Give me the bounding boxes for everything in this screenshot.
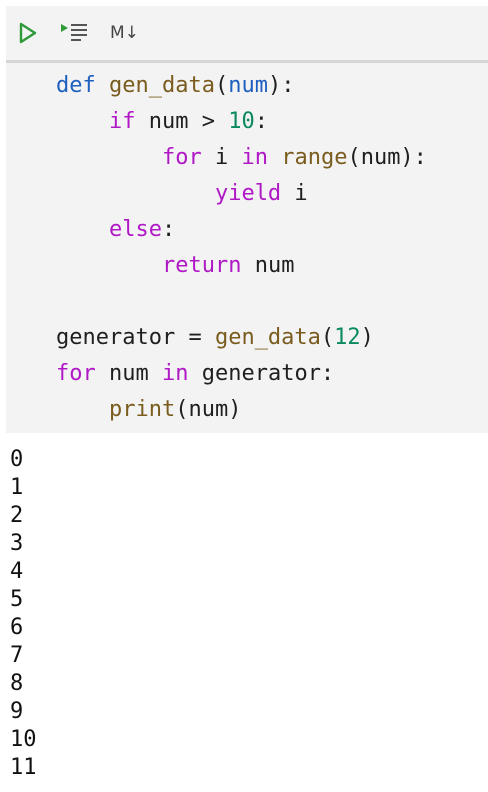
code-line: for num in generator: [6, 356, 488, 392]
play-triangle-icon [19, 22, 37, 44]
code-line: else: [6, 212, 488, 248]
output-line: 7 [10, 643, 24, 668]
output-line: 2 [10, 503, 24, 528]
code-token: yield [214, 181, 282, 206]
code-line: generator = gen_data(12) [6, 320, 488, 356]
code-token: (num): [347, 145, 427, 170]
code-line: print(num) [6, 392, 488, 428]
code-token: 10 [228, 109, 255, 134]
code-editor[interactable]: def gen_data(num): if num > 10: for i in… [6, 68, 488, 428]
code-token: generator = [56, 325, 215, 350]
code-token: (num) [175, 397, 242, 422]
run-all-below-button[interactable] [59, 20, 93, 46]
markdown-toggle-button[interactable]: M↓ [110, 20, 146, 46]
code-line: return num [6, 248, 488, 284]
run-cell-button[interactable] [18, 20, 40, 46]
code-token: else [108, 217, 162, 242]
code-token: for [161, 145, 202, 170]
toolbar-divider [6, 60, 488, 63]
output-line: 11 [10, 755, 37, 780]
code-cell[interactable]: M↓ def gen_data(num): if num > 10: for i… [6, 6, 488, 433]
code-token: return [161, 253, 242, 278]
code-token: def [56, 73, 96, 98]
output-line: 1 [10, 475, 24, 500]
output-line: 5 [10, 587, 24, 612]
code-line: yield i [6, 176, 488, 212]
code-token: ) [360, 325, 374, 350]
run-all-below-icon [61, 24, 87, 41]
code-token: : [161, 217, 176, 242]
code-token: ( [214, 73, 229, 98]
output-line: 3 [10, 531, 24, 556]
markdown-label: M↓ [110, 23, 139, 43]
code-token: range [281, 145, 348, 170]
output-line: 9 [10, 699, 24, 724]
code-token: in [161, 361, 189, 386]
code-line: def gen_data(num): [6, 68, 488, 104]
code-line: for i in range(num): [6, 140, 488, 176]
code-token: num [228, 73, 268, 98]
code-token: ): [267, 73, 295, 98]
code-token: num > [135, 109, 229, 134]
code-token: i [281, 181, 308, 206]
code-token: gen_data [109, 73, 215, 98]
code-token: ( [320, 325, 335, 350]
code-line: if num > 10: [6, 104, 488, 140]
code-token: generator: [188, 361, 335, 386]
cell-output: 0 1 2 3 4 5 6 7 8 9 10 11 [10, 446, 37, 782]
output-line: 8 [10, 671, 24, 696]
cell-toolbar: M↓ [6, 6, 488, 60]
code-token: if [108, 109, 136, 134]
code-token: 12 [334, 325, 361, 350]
code-token: for [56, 361, 96, 386]
code-token: print [108, 397, 176, 422]
output-line: 6 [10, 615, 24, 640]
code-token: gen_data [214, 325, 321, 350]
output-line: 0 [10, 447, 24, 472]
output-line: 10 [10, 727, 37, 752]
code-token: num [241, 253, 295, 278]
code-token: i [201, 145, 242, 170]
output-line: 4 [10, 559, 24, 584]
code-token: : [254, 109, 268, 134]
code-token: num [95, 361, 162, 386]
code-token: in [241, 145, 268, 170]
